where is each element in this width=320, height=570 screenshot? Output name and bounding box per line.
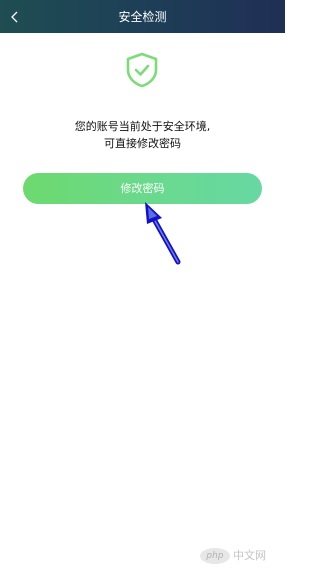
status-message-line-2: 可直接修改密码 [104,137,181,150]
page-title: 安全检测 [118,10,167,24]
security-check-screen: 安全检测 您的账号当前处于安全环境, 可直接修改密码 修改密码 php 中文网 [0,0,285,570]
watermark-text: 中文网 [233,549,266,562]
nav-bar: 安全检测 [0,0,285,33]
security-status-message: 您的账号当前处于安全环境, 可直接修改密码 [0,118,285,152]
php-logo: php [200,548,230,564]
status-message-line-1: 您的账号当前处于安全环境, [74,120,211,133]
shield-check-icon [126,52,158,88]
pointer-arrow-icon [145,202,181,265]
watermark: php 中文网 [200,546,266,566]
